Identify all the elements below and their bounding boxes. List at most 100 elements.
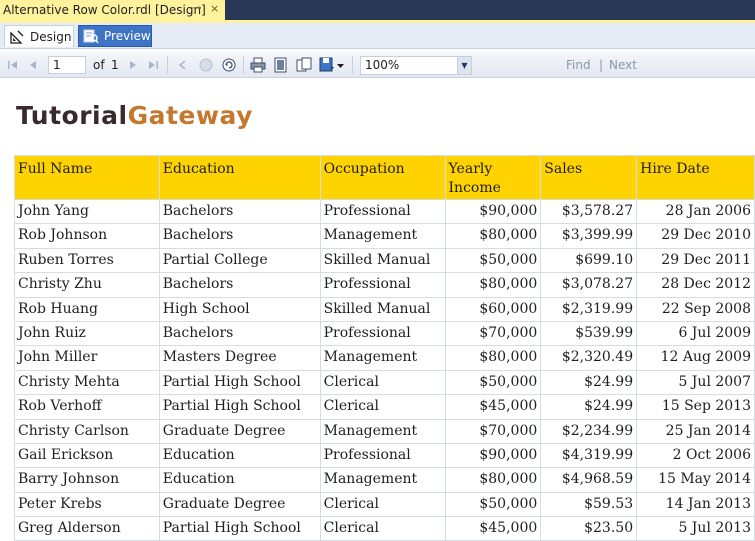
zoom-select[interactable]: 100% ▼ (360, 56, 472, 75)
table-cell: 5 Jul 2013 (636, 516, 755, 541)
table-row: John Miller Masters Degree Management $80,0… (14, 345, 755, 371)
table-cell: Education (158, 442, 321, 469)
table-cell: Professional (319, 442, 446, 469)
previous-page-icon[interactable] (25, 57, 41, 73)
toolbar-separator (352, 56, 353, 74)
table-cell: $80,000 (444, 467, 542, 493)
table-cell: Barry Johnson (14, 467, 160, 493)
table-row: Christy Carlson Graduate Degree Management… (14, 418, 755, 444)
table-cell: Christy Carlson (14, 418, 160, 444)
table-cell: Skilled Manual (319, 296, 446, 322)
total-pages: 1 (111, 58, 119, 72)
table-cell: $70,000 (444, 418, 542, 444)
pin-icon[interactable]: ⊸ (193, 3, 201, 14)
table-cell: Rob Johnson (14, 223, 160, 249)
table-cell: $2,320.49 (540, 345, 638, 371)
table-cell: $60,000 (444, 296, 542, 322)
chevron-down-icon[interactable]: ▼ (457, 57, 471, 74)
logo-text-tutorial: Tutorial (16, 101, 128, 130)
table-cell: Partial High School (158, 394, 321, 420)
table-cell: $24.99 (540, 394, 638, 420)
table-row: John Yang Bachelors Professional $90,000 $3,… (14, 198, 755, 225)
table-cell: John Ruiz (14, 320, 160, 347)
table-cell: Peter Krebs (14, 491, 160, 518)
table-cell: $50,000 (444, 247, 542, 274)
document-tab[interactable]: Alternative Row Color.rdl [Design] ⊸ × (0, 0, 225, 20)
table-cell: Bachelors (158, 223, 321, 249)
table-cell: Professional (319, 198, 446, 225)
refresh-icon[interactable] (221, 57, 237, 73)
document-tab-strip: Alternative Row Color.rdl [Design] ⊸ × (0, 0, 755, 20)
preview-icon (83, 28, 99, 44)
table-cell: Rob Huang (14, 296, 160, 322)
report-table: Full Name Education Occupation Yearly In… (14, 155, 755, 541)
logo-text-gateway: Gateway (127, 101, 253, 130)
find-button[interactable]: Find (566, 58, 591, 72)
table-cell: 29 Dec 2011 (636, 247, 755, 274)
table-cell: Bachelors (158, 198, 321, 225)
next-button[interactable]: Next (609, 58, 637, 72)
first-page-icon[interactable] (5, 57, 21, 73)
table-cell: Partial High School (158, 516, 321, 541)
table-cell: $80,000 (444, 345, 542, 371)
table-cell: Christy Zhu (14, 272, 160, 298)
table-cell: Christy Mehta (14, 369, 160, 396)
table-cell: 29 Dec 2010 (636, 223, 755, 249)
stop-icon[interactable] (198, 57, 214, 73)
tab-design[interactable]: Design (4, 25, 74, 47)
table-cell: Management (319, 418, 446, 444)
column-header: Occupation (319, 155, 446, 200)
table-cell: Ruben Torres (14, 247, 160, 274)
table-row: Rob Huang High School Skilled Manual $60,00… (14, 296, 755, 322)
next-page-icon[interactable] (125, 57, 141, 73)
table-cell: Clerical (319, 369, 446, 396)
table-cell: High School (158, 296, 321, 322)
table-cell: Masters Degree (158, 345, 321, 371)
table-cell: Skilled Manual (319, 247, 446, 274)
table-row: Christy Mehta Partial High School Clerical… (14, 369, 755, 396)
export-icon[interactable] (319, 57, 335, 73)
table-cell: Management (319, 345, 446, 371)
print-layout-icon[interactable] (273, 57, 289, 73)
table-cell: 6 Jul 2009 (636, 320, 755, 347)
table-cell: Management (319, 467, 446, 493)
close-icon[interactable]: × (210, 2, 219, 15)
table-cell: Clerical (319, 491, 446, 518)
tab-preview-label: Preview (104, 29, 151, 43)
table-cell: $4,968.59 (540, 467, 638, 493)
table-cell: Management (319, 223, 446, 249)
table-cell: John Miller (14, 345, 160, 371)
page-number-input[interactable]: 1 (48, 56, 86, 74)
table-cell: $90,000 (444, 198, 542, 225)
table-cell: Graduate Degree (158, 491, 321, 518)
table-cell: 28 Jan 2006 (636, 198, 755, 225)
table-cell: $24.99 (540, 369, 638, 396)
tab-preview[interactable]: Preview (78, 25, 152, 47)
page-setup-icon[interactable] (296, 57, 312, 73)
of-label: of (93, 58, 105, 72)
report-body: TutorialGateway Full Name Education Occu… (0, 79, 755, 541)
export-dropdown-icon[interactable] (336, 57, 344, 73)
table-row: John Ruiz Bachelors Professional $70,000 $53… (14, 320, 755, 347)
report-toolbar: 1 of 1 100% ▼ Find | Next (0, 52, 755, 78)
table-cell: $2,234.99 (540, 418, 638, 444)
table-cell: Greg Alderson (14, 516, 160, 541)
column-header: Full Name (14, 155, 160, 200)
table-row: Ruben Torres Partial College Skilled Manua… (14, 247, 755, 274)
table-cell: $3,399.99 (540, 223, 638, 249)
last-page-icon[interactable] (145, 57, 161, 73)
toolbar-separator (243, 56, 244, 74)
table-cell: Bachelors (158, 320, 321, 347)
table-row: Gail Erickson Education Professional $90,00… (14, 442, 755, 469)
table-row: Barry Johnson Education Management $80,000 $… (14, 467, 755, 493)
designer-tabs: Design Preview (0, 23, 755, 49)
table-header-row: Full Name Education Occupation Yearly In… (14, 155, 755, 200)
column-header: Yearly Income (444, 155, 542, 200)
table-row: Greg Alderson Partial High School Clerical… (14, 516, 755, 541)
table-cell: Education (158, 467, 321, 493)
print-icon[interactable] (250, 57, 266, 73)
table-cell: $23.50 (540, 516, 638, 541)
table-cell: $4,319.99 (540, 442, 638, 469)
back-icon[interactable] (175, 57, 191, 73)
table-cell: $3,578.27 (540, 198, 638, 225)
